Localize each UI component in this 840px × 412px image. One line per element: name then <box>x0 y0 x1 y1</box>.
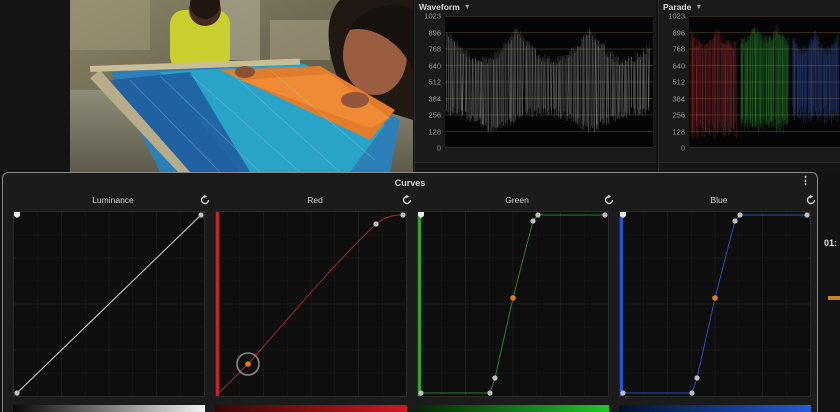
curve-graph[interactable] <box>215 211 407 397</box>
parade-footer <box>659 162 840 172</box>
curve-control-point <box>712 295 718 301</box>
waveform-scale-labels: 1023 896 768 640 512 384 256 128 0 <box>415 12 443 153</box>
blue-curve-editor: Blue <box>619 193 817 412</box>
curve-control-point <box>400 212 406 218</box>
curve-plot[interactable] <box>14 212 204 396</box>
scale-label: 640 <box>428 61 441 70</box>
waveform-footer <box>415 162 656 172</box>
curve-header: Red <box>215 193 415 207</box>
curve-control-point <box>732 218 738 224</box>
red-curve-editor: Red <box>215 193 415 412</box>
curve-channel-name: Green <box>505 195 529 205</box>
curve-control-point <box>689 390 695 396</box>
curve-graph[interactable] <box>619 211 811 397</box>
right-panel-strip <box>818 172 840 412</box>
luminance-curve-editor: Luminance <box>13 193 213 412</box>
scale-label: 128 <box>428 127 441 136</box>
scale-label: 0 <box>436 143 441 153</box>
parade-title: Parade <box>663 2 692 12</box>
curve-header: Green <box>417 193 617 207</box>
red-gradient-bar <box>215 405 407 412</box>
curve-header: Blue <box>619 193 817 207</box>
blue-gradient-bar <box>619 405 811 412</box>
reset-icon[interactable] <box>401 194 413 206</box>
curve-graph[interactable] <box>417 211 609 397</box>
waveform-scope-panel: Waveform ▼ 1023 896 768 640 512 384 256 … <box>414 0 656 172</box>
scale-label: 768 <box>428 44 441 54</box>
scale-label: 896 <box>428 28 441 37</box>
curve-control-point <box>804 212 810 218</box>
waveform-plot <box>445 16 653 148</box>
waveform-trace <box>445 16 653 148</box>
curve-plot[interactable] <box>620 212 810 396</box>
color-page: Waveform ▼ 1023 896 768 640 512 384 256 … <box>0 0 840 412</box>
curve-control-point <box>737 212 743 218</box>
timecode-display: 01: <box>824 238 838 248</box>
scale-label: 128 <box>672 127 685 136</box>
left-panel-strip <box>0 0 70 172</box>
scale-label: 256 <box>428 110 441 120</box>
curve-plot[interactable] <box>216 212 406 396</box>
curve-control-point <box>510 295 516 301</box>
options-menu-icon[interactable]: ⋮ <box>800 176 811 187</box>
parade-scale-labels: 1023 896 768 640 512 384 256 128 0 <box>659 12 687 153</box>
reset-icon[interactable] <box>805 194 817 206</box>
scale-label: 0 <box>680 143 685 153</box>
parade-plot <box>689 16 840 148</box>
curve-channel-name: Red <box>307 195 323 205</box>
scale-label: 512 <box>672 77 685 87</box>
curve-control-point <box>373 221 379 227</box>
curve-control-point <box>198 212 204 218</box>
curve-control-point <box>418 390 424 396</box>
parade-trace <box>689 16 840 148</box>
curve-graph[interactable] <box>13 211 205 397</box>
curve-control-point <box>492 375 498 381</box>
curve-control-point <box>14 390 20 396</box>
curve-control-point <box>694 375 700 381</box>
curve-header: Luminance <box>13 193 213 207</box>
scale-label: 768 <box>672 44 685 54</box>
curve-control-point <box>620 390 626 396</box>
scale-label: 640 <box>672 61 685 70</box>
curve-channel-name: Blue <box>710 195 728 205</box>
chevron-down-icon[interactable]: ▼ <box>464 4 471 11</box>
curve-control-point <box>487 390 493 396</box>
luminance-gradient-bar <box>13 405 205 412</box>
curve-marker-icon <box>14 212 20 218</box>
curves-title: Curves <box>394 178 426 188</box>
video-viewer[interactable] <box>70 0 413 172</box>
waveform-title: Waveform <box>419 2 460 12</box>
scale-label: 1023 <box>424 11 441 21</box>
curve-control-point <box>602 212 608 218</box>
scale-label: 256 <box>672 110 685 120</box>
curve-channel-name: Luminance <box>92 195 134 205</box>
curve-control-point <box>530 218 536 224</box>
curve-control-point <box>245 361 251 367</box>
chevron-down-icon[interactable]: ▼ <box>695 4 702 11</box>
reset-icon[interactable] <box>199 194 211 206</box>
green-gradient-bar <box>417 405 609 412</box>
viewer-frame-image <box>70 0 413 172</box>
scale-label: 384 <box>672 94 685 103</box>
scale-label: 384 <box>428 94 441 103</box>
scale-label: 512 <box>428 77 441 87</box>
curves-panel: Curves ⋮ Luminance Red Green Blue <box>2 172 818 412</box>
scale-label: 896 <box>672 28 685 37</box>
parade-scope-panel: Parade ▼ 1023 896 768 640 512 384 256 12… <box>658 0 840 172</box>
playhead-marker <box>828 296 840 300</box>
green-curve-editor: Green <box>417 193 617 412</box>
curve-plot[interactable] <box>418 212 608 396</box>
reset-icon[interactable] <box>603 194 615 206</box>
curve-control-point <box>535 212 541 218</box>
scale-label: 1023 <box>668 11 685 21</box>
